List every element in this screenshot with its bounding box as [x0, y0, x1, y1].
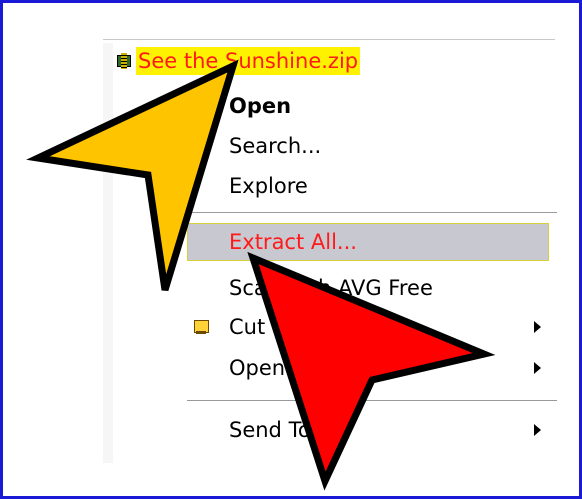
menu-item-send-to[interactable]: Send To	[187, 411, 557, 449]
menu-item-scan-avg[interactable]: Scan with AVG Free	[187, 269, 557, 307]
menu-item-label: Scan with AVG Free	[229, 276, 433, 300]
menu-item-label: Open With	[229, 356, 340, 380]
selected-file[interactable]: See the Sunshine.zip	[116, 47, 361, 75]
submenu-arrow-icon	[534, 424, 541, 436]
menu-item-explore[interactable]: Explore	[187, 167, 557, 205]
file-name-label: See the Sunshine.zip	[136, 47, 361, 75]
menu-item-label: Search...	[229, 134, 322, 158]
list-top-divider	[103, 39, 555, 40]
submenu-arrow-icon	[534, 362, 541, 374]
menu-item-extract-all[interactable]: Extract All...	[187, 223, 549, 261]
menu-item-open[interactable]: Open	[187, 87, 557, 125]
menu-icon-gutter	[103, 43, 113, 463]
winzip-icon	[193, 319, 209, 335]
zip-folder-icon	[116, 53, 132, 69]
menu-item-label: Explore	[229, 174, 308, 198]
menu-item-label: Extract All...	[229, 230, 357, 254]
menu-separator	[187, 212, 557, 213]
menu-item-label: Cut	[229, 315, 266, 339]
menu-item-search[interactable]: Search...	[187, 127, 557, 165]
menu-item-label: Send To	[229, 418, 311, 442]
explorer-window: See the Sunshine.zip Open Search... Expl…	[3, 3, 579, 496]
menu-item-label: Open	[229, 94, 292, 118]
menu-item-cut[interactable]: Cut	[187, 308, 557, 346]
menu-separator	[187, 400, 557, 401]
submenu-arrow-icon	[534, 321, 541, 333]
context-menu: Open Search... Explore Extract All... Sc…	[187, 87, 557, 467]
menu-item-open-with[interactable]: Open With	[187, 349, 557, 387]
